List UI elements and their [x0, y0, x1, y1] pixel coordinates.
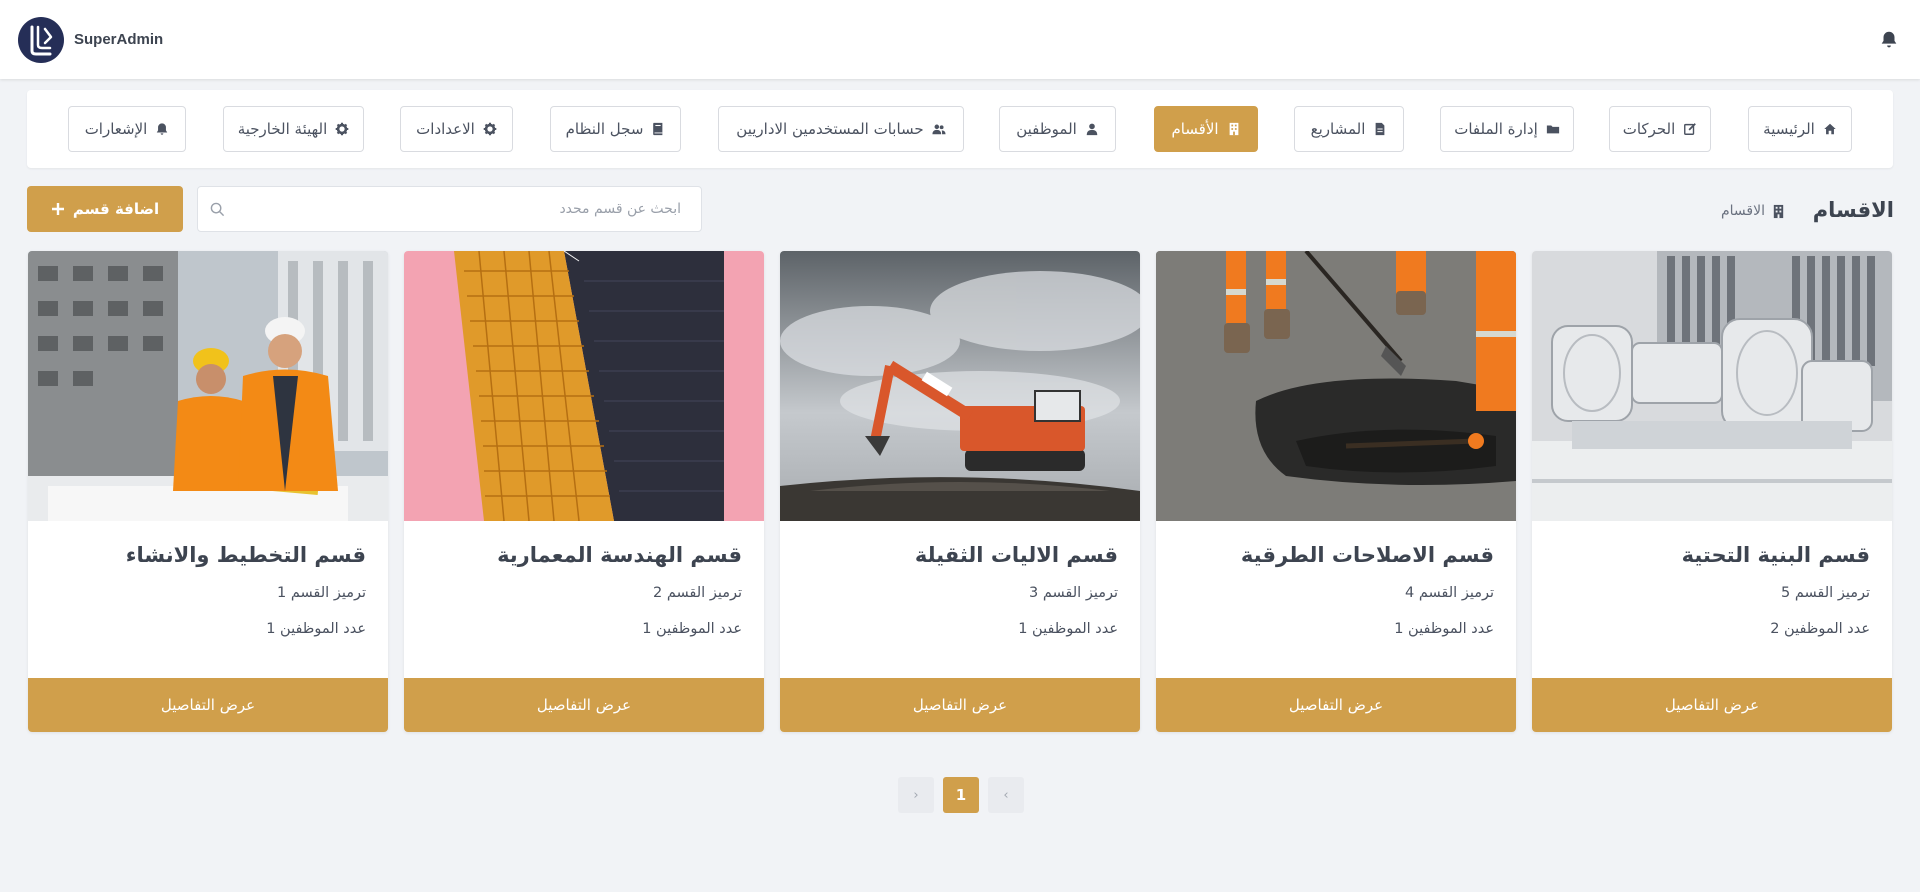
department-card: قسم البنية التحتية ترميز القسم 5 عدد الم… [1532, 251, 1892, 732]
nav-movements-label: الحركات [1622, 120, 1676, 138]
view-details-button[interactable]: عرض التفاصيل [404, 678, 764, 732]
nav-settings[interactable]: الاعدادات [400, 106, 513, 152]
bell-icon [157, 123, 168, 135]
nav-projects[interactable]: المشاريع [1294, 106, 1404, 152]
view-details-button[interactable]: عرض التفاصيل [780, 678, 1140, 732]
glass-tower-image [404, 251, 764, 521]
add-department-button[interactable]: اضافة قسم [27, 186, 183, 232]
department-card: قسم التخطيط والانشاء ترميز القسم 1 عدد ا… [28, 251, 388, 732]
brand[interactable]: SuperAdmin [18, 16, 164, 63]
breadcrumb: الاقسام [1721, 203, 1786, 219]
road-asphalt-workers-image [1156, 251, 1516, 521]
nav-settings-label: الاعدادات [416, 120, 475, 138]
nav-employees-label: الموظفين [1016, 120, 1077, 138]
main-nav: الرئيسية الحركات إدارة الملفات المشاريع … [27, 90, 1893, 168]
department-employees: عدد الموظفين 2 [1770, 621, 1870, 637]
search-box [197, 186, 702, 232]
department-code: ترميز القسم 3 [1029, 585, 1118, 601]
department-code: ترميز القسم 1 [277, 585, 366, 601]
department-title: قسم الهندسة المعمارية [497, 543, 742, 567]
folder-icon [1546, 125, 1559, 134]
nav-system-log[interactable]: سجل النظام [550, 106, 681, 152]
breadcrumb-label[interactable]: الاقسام [1721, 203, 1765, 219]
department-code: ترميز القسم 4 [1405, 585, 1494, 601]
view-details-button[interactable]: عرض التفاصيل [28, 678, 388, 732]
nav-home-label: الرئيسية [1763, 120, 1815, 138]
page-title: الاقسام [1812, 198, 1894, 222]
department-card: قسم الاليات الثقيلة ترميز القسم 3 عدد ال… [780, 251, 1140, 732]
nav-departments[interactable]: الأقسام [1154, 106, 1258, 152]
department-code: ترميز القسم 2 [653, 585, 742, 601]
department-title: قسم الاصلاحات الطرقية [1240, 543, 1494, 567]
users-icon [932, 124, 946, 135]
building-icon [1229, 122, 1238, 136]
nav-files[interactable]: إدارة الملفات [1440, 106, 1574, 152]
industrial-ducts-image [1532, 251, 1892, 521]
nav-notifications-label: الإشعارات [84, 120, 148, 138]
nav-external-body[interactable]: الهيئة الخارجية [223, 106, 364, 152]
department-card: قسم الهندسة المعمارية ترميز القسم 2 عدد … [404, 251, 764, 732]
plus-icon [51, 203, 64, 215]
add-department-label: اضافة قسم [72, 200, 160, 218]
department-title: قسم التخطيط والانشاء [125, 543, 366, 567]
user-icon [1086, 123, 1098, 136]
brand-name: SuperAdmin [74, 31, 164, 48]
excavator-image [780, 251, 1140, 521]
nav-system-log-label: سجل النظام [565, 120, 644, 138]
nav-movements[interactable]: الحركات [1609, 106, 1711, 152]
building-icon [1773, 204, 1784, 218]
department-employees: عدد الموظفين 1 [1018, 621, 1118, 637]
nav-employees[interactable]: الموظفين [999, 106, 1116, 152]
department-title: قسم الاليات الثقيلة [914, 543, 1118, 567]
pagination-prev-button[interactable]: › [898, 777, 934, 813]
department-employees: عدد الموظفين 1 [1394, 621, 1494, 637]
nav-external-body-label: الهيئة الخارجية [237, 120, 328, 138]
pagination: › 1 ‹ [898, 777, 1024, 813]
search-input[interactable] [225, 201, 689, 217]
department-employees: عدد الموظفين 1 [642, 621, 742, 637]
nav-files-label: إدارة الملفات [1454, 120, 1538, 138]
department-code: ترميز القسم 5 [1781, 585, 1870, 601]
logo-icon [18, 16, 64, 63]
view-details-button[interactable]: عرض التفاصيل [1156, 678, 1516, 732]
department-title: قسم البنية التحتية [1681, 543, 1870, 567]
view-details-button[interactable]: عرض التفاصيل [1532, 678, 1892, 732]
construction-engineers-image [28, 251, 388, 521]
edit-icon [1684, 123, 1697, 135]
notification-bell-icon[interactable] [1878, 29, 1900, 51]
book-icon [653, 122, 663, 136]
pagination-next-button[interactable]: ‹ [988, 777, 1024, 813]
gear-icon [483, 122, 497, 136]
nav-departments-label: الأقسام [1171, 120, 1219, 138]
department-employees: عدد الموظفين 1 [266, 621, 366, 637]
home-icon [1824, 123, 1836, 135]
top-header: SuperAdmin [0, 0, 1920, 79]
department-card: قسم الاصلاحات الطرقية ترميز القسم 4 عدد … [1156, 251, 1516, 732]
nav-admin-accounts-label: حسابات المستخدمين الاداريين [736, 120, 924, 138]
nav-home[interactable]: الرئيسية [1748, 106, 1852, 152]
nav-notifications[interactable]: الإشعارات [68, 106, 186, 152]
file-icon [1376, 122, 1385, 136]
search-icon [210, 202, 225, 216]
nav-projects-label: المشاريع [1310, 120, 1366, 138]
nav-admin-accounts[interactable]: حسابات المستخدمين الاداريين [718, 106, 964, 152]
pagination-page-1[interactable]: 1 [943, 777, 979, 813]
gear-icon [335, 122, 349, 136]
